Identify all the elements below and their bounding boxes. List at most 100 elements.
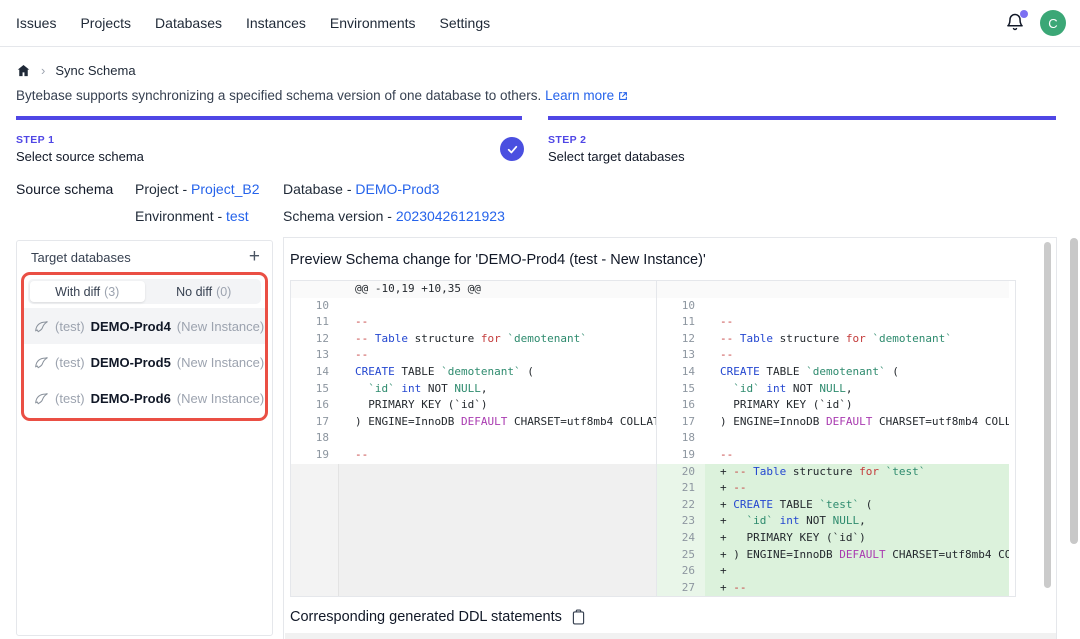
learn-more-link[interactable]: Learn more [545, 88, 614, 103]
nav-item-environments[interactable]: Environments [330, 15, 416, 31]
home-icon[interactable] [16, 63, 31, 78]
line-number: 10 [657, 298, 705, 315]
code-text: `id` int NOT NULL, [339, 381, 656, 398]
project-link[interactable]: Project_B2 [191, 181, 259, 197]
code-text: -- [705, 447, 1015, 464]
diff-line: 16 PRIMARY KEY (`id`) [657, 397, 1015, 414]
code-text: -- Table structure for `demotenant` [705, 331, 1015, 348]
nav-item-projects[interactable]: Projects [80, 15, 131, 31]
database-environment: (test) [55, 355, 85, 370]
diff-inner-scrollbar-track[interactable] [1009, 281, 1015, 596]
line-number: 20 [657, 464, 705, 481]
line-number: 26 [657, 563, 705, 580]
notification-bell-button[interactable] [1005, 12, 1027, 34]
intro-sentence: Bytebase supports synchronizing a specif… [16, 88, 541, 103]
code-text: CREATE TABLE `demotenant` ( [339, 364, 656, 381]
line-number: 24 [657, 530, 705, 547]
diff-line: 20+ -- Table structure for `test` [657, 464, 1015, 481]
field-environment-name: Environment [135, 208, 214, 224]
copy-ddl-button[interactable] [571, 609, 586, 625]
line-number: 22 [657, 497, 705, 514]
line-number: 12 [291, 331, 339, 348]
database-environment: (test) [55, 391, 85, 406]
code-text: + -- [705, 580, 1015, 597]
code-text: + CREATE TABLE `test` ( [705, 497, 1015, 514]
database-suffix: (New Instance) [177, 391, 264, 406]
mysql-dolphin-icon [34, 355, 49, 370]
diff-line: 12-- Table structure for `demotenant` [291, 331, 656, 348]
preview-title: Preview Schema change for 'DEMO-Prod4 (t… [290, 252, 706, 268]
diff-line: 23+ `id` int NOT NULL, [657, 513, 1015, 530]
diff-line: 19-- [291, 447, 656, 464]
code-text: + [705, 563, 1015, 580]
nav-item-databases[interactable]: Databases [155, 15, 222, 31]
database-item-demo-prod5[interactable]: (test)DEMO-Prod5(New Instance) [24, 344, 265, 380]
step2-label: STEP 2 [548, 134, 586, 146]
code-text: + -- Table structure for `test` [705, 464, 1015, 481]
page-scrollbar[interactable] [1070, 238, 1078, 544]
diff-line: 11-- [657, 314, 1015, 331]
field-database: Database - DEMO-Prod3 [283, 181, 439, 197]
line-number: 25 [657, 547, 705, 564]
line-number: 16 [657, 397, 705, 414]
schema-diff-editor[interactable]: @@ -10,19 +10,35 @@ 1011--12-- Table str… [290, 280, 1016, 597]
nav-item-settings[interactable]: Settings [440, 15, 491, 31]
diff-line: 21+ -- [657, 480, 1015, 497]
database-suffix: (New Instance) [177, 355, 264, 370]
database-name: DEMO-Prod4 [91, 319, 171, 334]
tab-no-diff-label: No diff [176, 285, 212, 299]
schema-version-link[interactable]: 20230426121923 [396, 208, 505, 224]
diff-line: 27+ -- [657, 580, 1015, 597]
code-text: -- [339, 314, 656, 331]
line-number: 18 [657, 430, 705, 447]
line-number: 10 [291, 298, 339, 315]
main-nav: Issues Projects Databases Instances Environm… [16, 15, 490, 31]
nav-item-issues[interactable]: Issues [16, 15, 56, 31]
field-database-name: Database [283, 181, 343, 197]
top-nav: Issues Projects Databases Instances Environm… [0, 0, 1080, 47]
database-environment: (test) [55, 319, 85, 334]
preview-panel-scrollbar[interactable] [1044, 242, 1051, 588]
source-schema-label: Source schema [16, 181, 113, 197]
step2-title: Select target databases [548, 149, 685, 164]
code-text [339, 298, 656, 315]
line-number: 19 [291, 447, 339, 464]
diff-line: 13-- [657, 347, 1015, 364]
line-number [291, 281, 339, 298]
diff-line: 17) ENGINE=InnoDB DEFAULT CHARSET=utf8mb… [657, 414, 1015, 431]
database-link[interactable]: DEMO-Prod3 [355, 181, 439, 197]
target-list-highlight: With diff (3) No diff (0) (test)DEMO-Pro… [21, 272, 268, 421]
line-number: 13 [291, 347, 339, 364]
step2-progress-bar [548, 116, 1056, 120]
line-number: 15 [657, 381, 705, 398]
field-schema-version: Schema version - 20230426121923 [283, 208, 505, 224]
diff-pane-modified: 1011--12-- Table structure for `demotena… [657, 281, 1015, 596]
field-schema-version-name: Schema version [283, 208, 383, 224]
avatar[interactable]: C [1040, 10, 1066, 36]
code-text: + ) ENGINE=InnoDB DEFAULT CHARSET=utf8mb… [705, 547, 1015, 564]
diff-hunk-header: @@ -10,19 +10,35 @@ [291, 281, 656, 298]
tab-no-diff[interactable]: No diff (0) [147, 279, 262, 304]
hunk-header-text: @@ -10,19 +10,35 @@ [339, 281, 656, 298]
line-number: 21 [657, 480, 705, 497]
field-project-name: Project [135, 181, 179, 197]
database-item-demo-prod4[interactable]: (test)DEMO-Prod4(New Instance) [24, 308, 265, 344]
breadcrumb: › Sync Schema [16, 63, 136, 78]
diff-line: 22+ CREATE TABLE `test` ( [657, 497, 1015, 514]
code-text: PRIMARY KEY (`id`) [705, 397, 1015, 414]
line-number: 18 [291, 430, 339, 447]
environment-link[interactable]: test [226, 208, 249, 224]
nav-item-instances[interactable]: Instances [246, 15, 306, 31]
line-number: 19 [657, 447, 705, 464]
nav-right: C [1005, 10, 1066, 36]
diff-line: 15 `id` int NOT NULL, [291, 381, 656, 398]
code-text: + -- [705, 480, 1015, 497]
field-environment: Environment - test [135, 208, 249, 224]
diff-line: 18 [657, 430, 1015, 447]
ddl-editor-top-strip [285, 633, 1056, 639]
code-text [339, 430, 656, 447]
tab-with-diff[interactable]: With diff (3) [30, 281, 145, 302]
add-target-database-button[interactable]: + [249, 249, 260, 265]
database-item-demo-prod6[interactable]: (test)DEMO-Prod6(New Instance) [24, 380, 265, 416]
line-number: 27 [657, 580, 705, 597]
